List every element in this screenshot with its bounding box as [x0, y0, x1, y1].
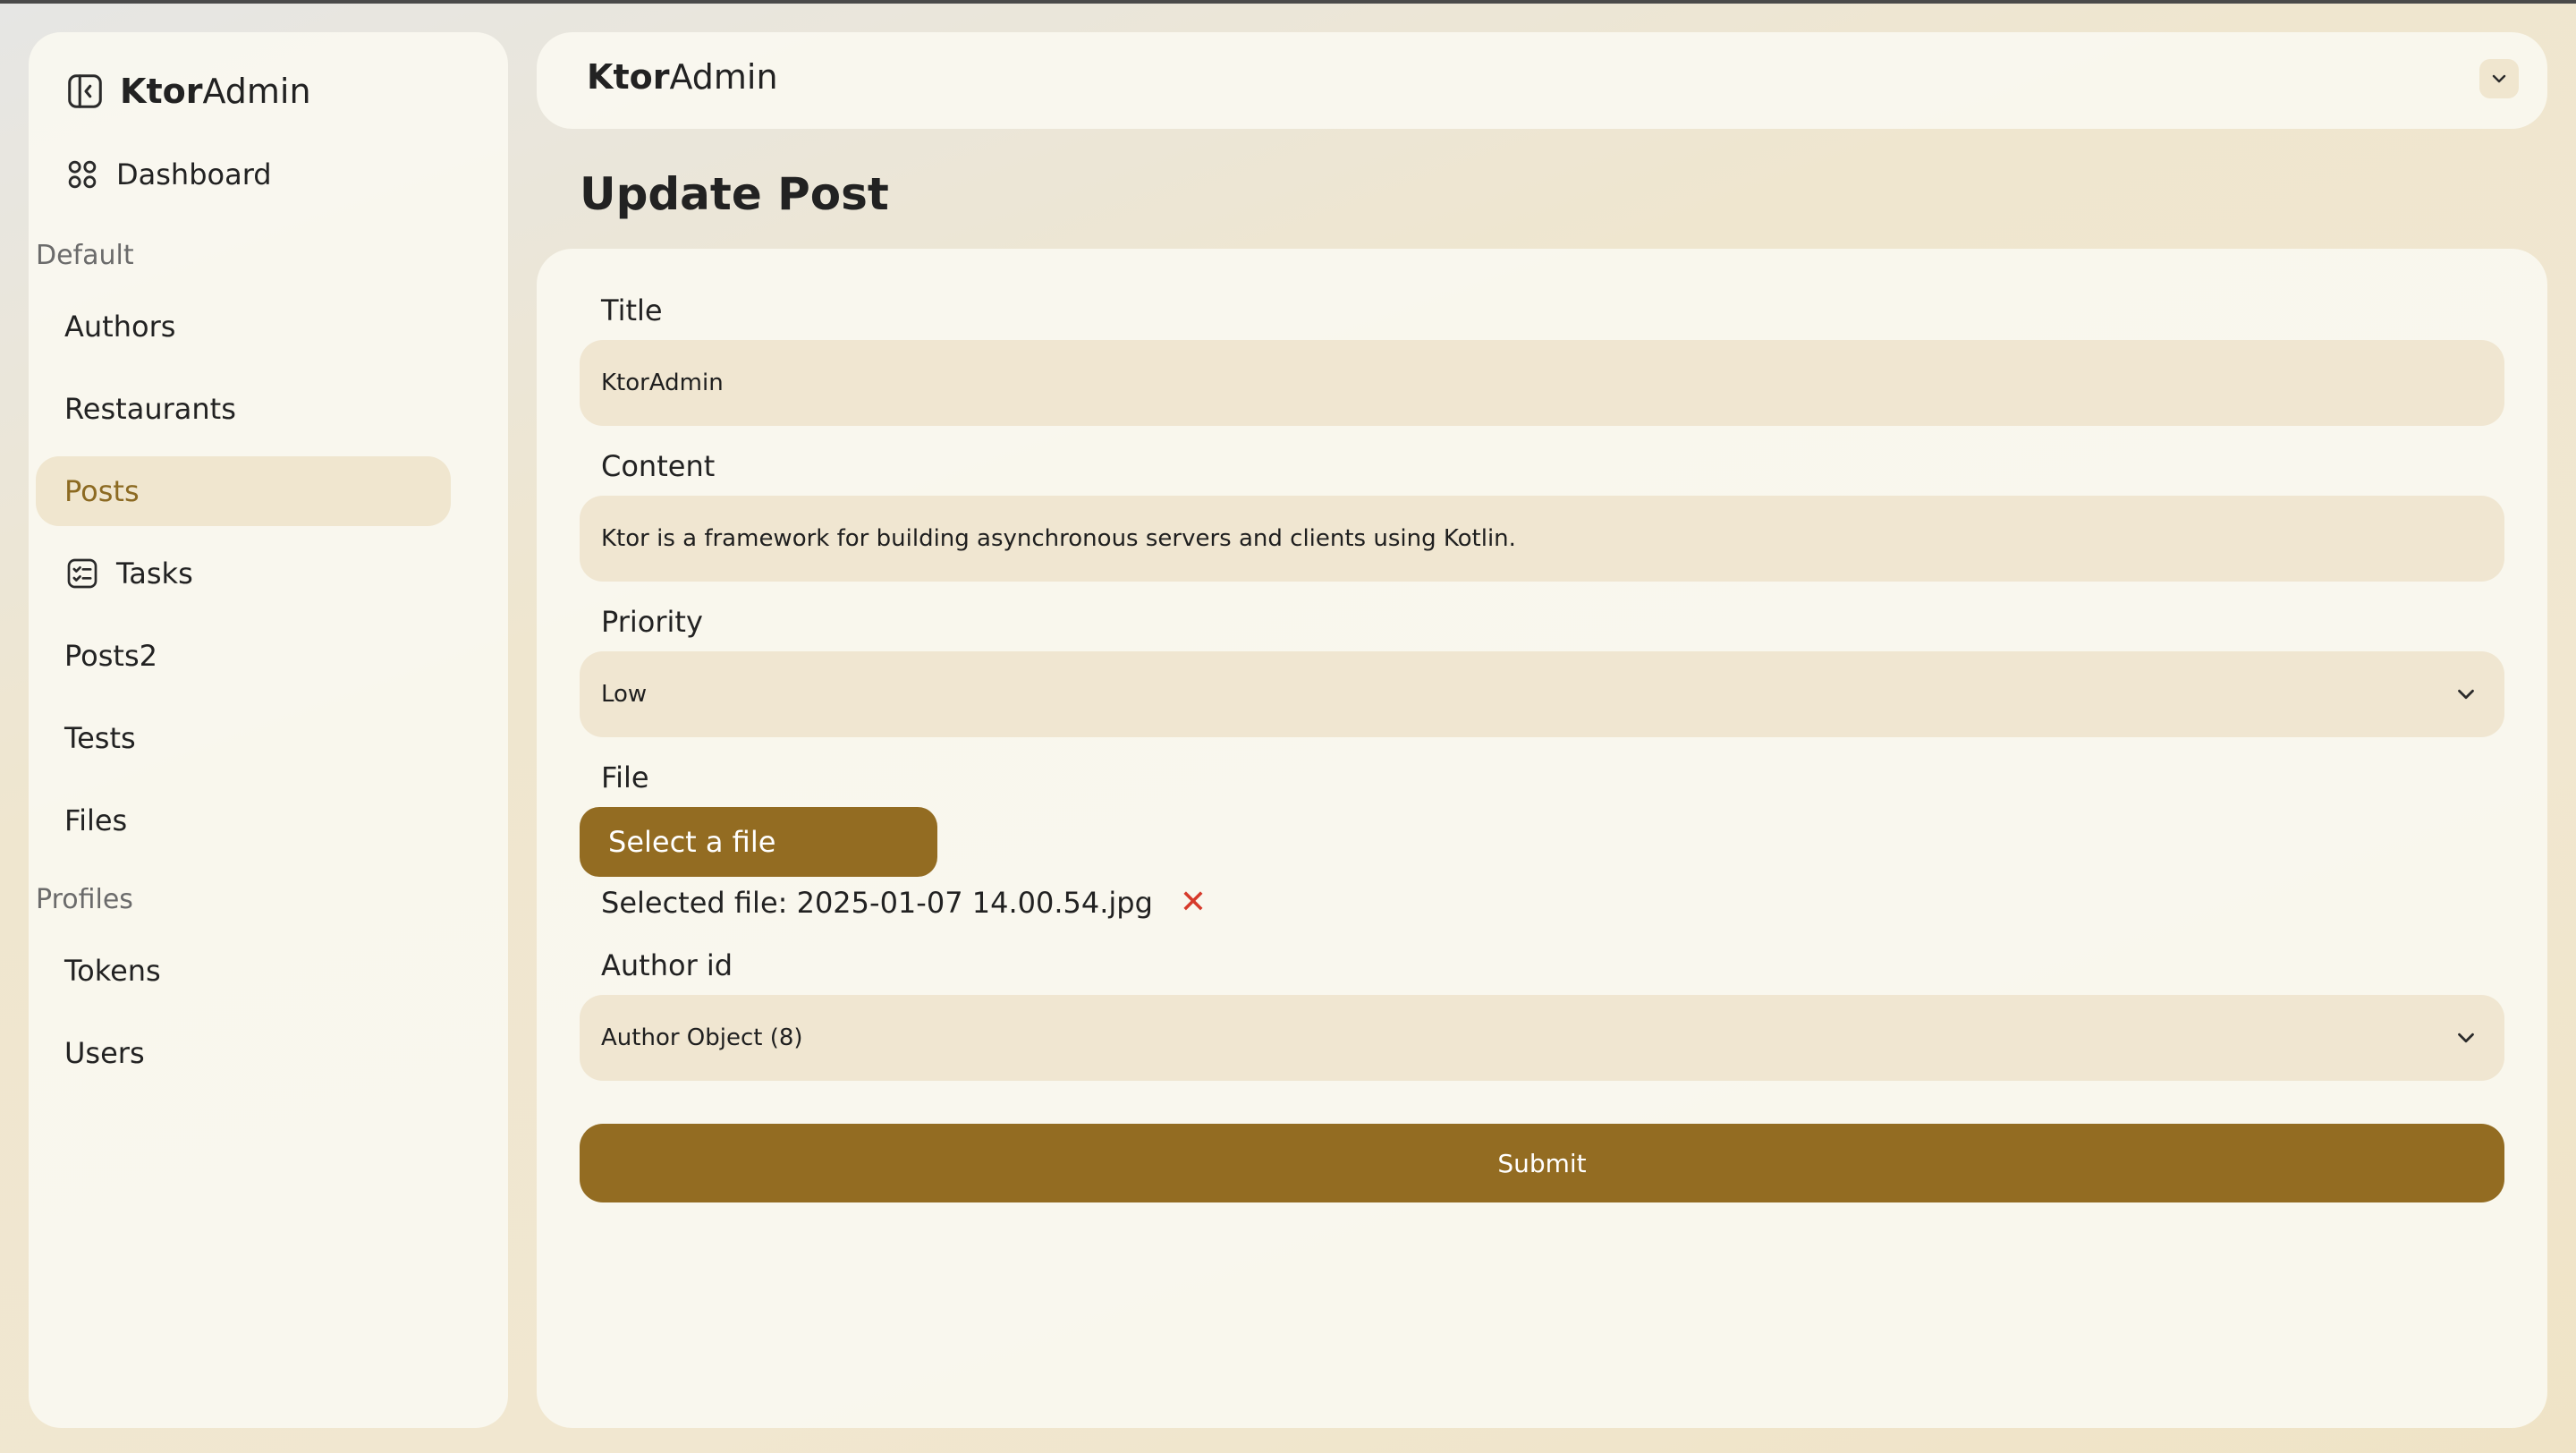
header-menu-toggle[interactable] [2479, 59, 2519, 98]
sidebar-item-label: Dashboard [116, 157, 272, 191]
sidebar-item-label: Authors [64, 310, 176, 344]
chevron-down-icon [2458, 1032, 2474, 1043]
header-title: KtorAdmin [587, 57, 778, 97]
content-input[interactable]: Ktor is a framework for building asynchr… [580, 496, 2504, 582]
sidebar-item-restaurants[interactable]: Restaurants [36, 374, 451, 444]
section-label-default: Default [36, 240, 134, 271]
tasks-checklist-icon [67, 558, 97, 589]
sidebar-item-dashboard[interactable]: Dashboard [36, 140, 451, 209]
submit-button[interactable]: Submit [580, 1124, 2504, 1202]
content-input-value: Ktor is a framework for building asynchr… [601, 525, 1516, 552]
title-input-value: KtorAdmin [601, 370, 724, 396]
sidebar-item-files[interactable]: Files [36, 786, 451, 855]
section-label-profiles: Profiles [36, 884, 133, 915]
author-id-select-value: Author Object (8) [601, 1024, 803, 1051]
sidebar-item-tokens[interactable]: Tokens [36, 936, 451, 1006]
priority-select[interactable]: Low [580, 651, 2504, 737]
sidebar-item-tests[interactable]: Tests [36, 703, 451, 773]
sidebar-item-authors[interactable]: Authors [36, 292, 451, 361]
chevron-down-icon [2492, 74, 2506, 83]
sidebar-item-label: Restaurants [64, 392, 236, 426]
sidebar-item-label: Tasks [116, 557, 193, 591]
window-top-border [0, 0, 2576, 4]
title-input[interactable]: KtorAdmin [580, 340, 2504, 426]
page-title: Update Post [580, 168, 889, 220]
close-icon[interactable]: ✕ [1180, 884, 1207, 921]
title-label: Title [601, 293, 663, 327]
priority-select-value: Low [601, 681, 648, 708]
sidebar-item-label: Users [64, 1036, 145, 1070]
sidebar-item-posts[interactable]: Posts [36, 456, 451, 526]
selected-file-info: Selected file: 2025-01-07 14.00.54.jpg ✕ [601, 884, 1207, 921]
sidebar-item-label: Files [64, 803, 128, 837]
content-label: Content [601, 449, 716, 483]
sidebar-item-posts2[interactable]: Posts2 [36, 621, 451, 691]
sidebar-item-label: Tests [64, 721, 136, 755]
dashboard-grid-icon [68, 160, 97, 189]
author-id-label: Author id [601, 948, 733, 982]
sidebar-item-label: Posts2 [64, 639, 157, 673]
select-file-button[interactable]: Select a file [580, 807, 937, 877]
sidebar-item-label: Posts [64, 474, 140, 508]
selected-file-name: Selected file: 2025-01-07 14.00.54.jpg [601, 885, 1153, 920]
file-label: File [601, 760, 649, 794]
sidebar-item-users[interactable]: Users [36, 1018, 451, 1088]
priority-label: Priority [601, 605, 703, 639]
brand-name: KtorAdmin [120, 72, 311, 111]
author-id-select[interactable]: Author Object (8) [580, 995, 2504, 1081]
sidebar-item-label: Tokens [64, 954, 161, 988]
top-header: KtorAdmin [537, 32, 2547, 129]
sidebar-item-tasks[interactable]: Tasks [36, 539, 451, 608]
chevron-down-icon [2458, 689, 2474, 700]
sidebar-toggle-icon[interactable] [64, 71, 106, 112]
brand: KtorAdmin [64, 66, 311, 116]
